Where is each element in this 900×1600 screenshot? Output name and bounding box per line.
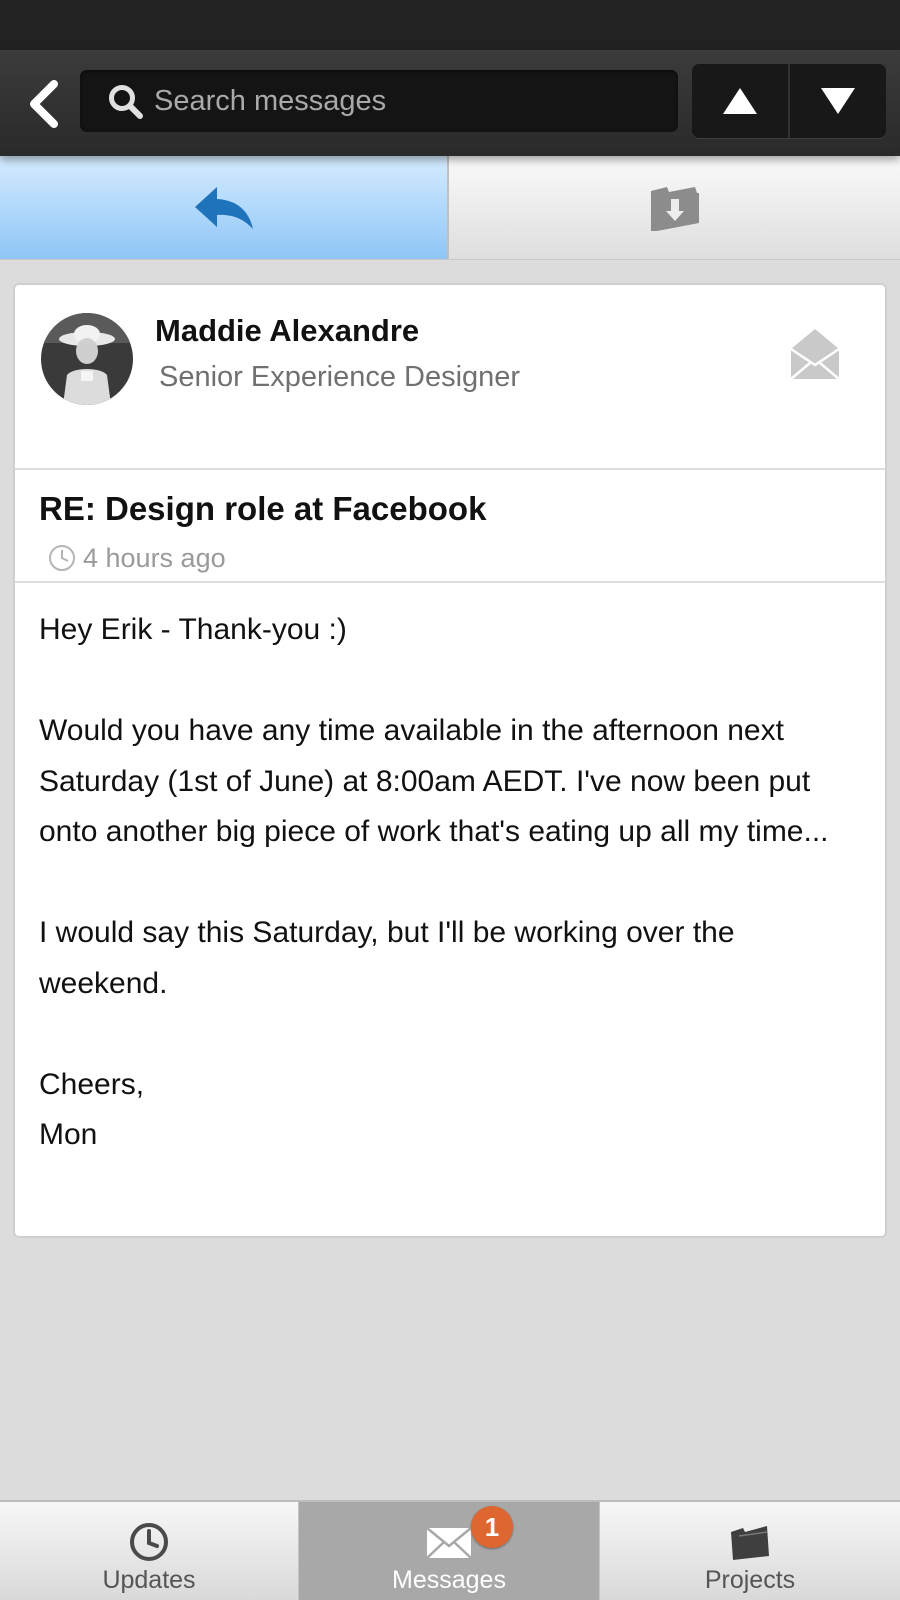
tab-label: Projects [704, 1566, 796, 1594]
body-paragraph: I would say this Saturday, but I'll be w… [39, 916, 735, 1000]
message-card: Maddie Alexandre Senior Experience Desig… [13, 283, 887, 1238]
triangle-up-icon [723, 88, 757, 114]
signoff: Cheers, [39, 1067, 145, 1101]
avatar-photo [41, 313, 133, 405]
unread-badge: 1 [471, 1506, 513, 1548]
body-line: Hey Erik - Thank-you :) [39, 613, 347, 646]
search-icon [109, 85, 143, 119]
search-box[interactable] [80, 70, 678, 132]
reply-button[interactable] [0, 156, 449, 259]
back-button[interactable] [14, 74, 74, 134]
tab-label: Messages [392, 1566, 506, 1594]
next-message-button[interactable] [788, 64, 886, 138]
archive-button[interactable] [449, 156, 900, 259]
envelope-open-icon[interactable] [789, 325, 841, 381]
message-timestamp: 4 hours ago [83, 543, 226, 573]
subject-block: RE: Design role at Facebook 4 hours ago [15, 472, 885, 583]
sender-title: Senior Experience Designer [159, 361, 521, 393]
signature: Mon [39, 1118, 98, 1151]
message-body: Hey Erik - Thank-you :) Would you have a… [39, 605, 869, 1161]
chevron-left-icon [30, 80, 58, 128]
status-bar [0, 0, 900, 50]
search-header [0, 50, 900, 156]
envelope-icon [426, 1527, 472, 1559]
action-tabs [0, 156, 900, 260]
archive-folder-icon [650, 186, 699, 231]
message-nav [692, 64, 886, 138]
sender-header: Maddie Alexandre Senior Experience Desig… [15, 285, 885, 470]
avatar[interactable] [41, 313, 133, 405]
search-input[interactable] [154, 78, 654, 124]
clock-icon [130, 1523, 168, 1561]
tab-updates[interactable]: Updates [0, 1502, 298, 1600]
tab-projects[interactable]: Projects [600, 1502, 900, 1600]
folder-icon [731, 1526, 769, 1560]
message-subject: RE: Design role at Facebook [39, 490, 487, 527]
tab-bar: Updates Messages 1 Projects [0, 1500, 900, 1600]
triangle-down-icon [821, 88, 855, 114]
tab-messages[interactable]: Messages 1 [298, 1502, 600, 1600]
body-paragraph: Would you have any time available in the… [39, 714, 829, 848]
sender-name[interactable]: Maddie Alexandre [155, 313, 419, 349]
previous-message-button[interactable] [692, 64, 788, 138]
clock-icon [49, 545, 75, 571]
reply-arrow-icon [194, 186, 253, 229]
tab-label: Updates [102, 1566, 196, 1594]
